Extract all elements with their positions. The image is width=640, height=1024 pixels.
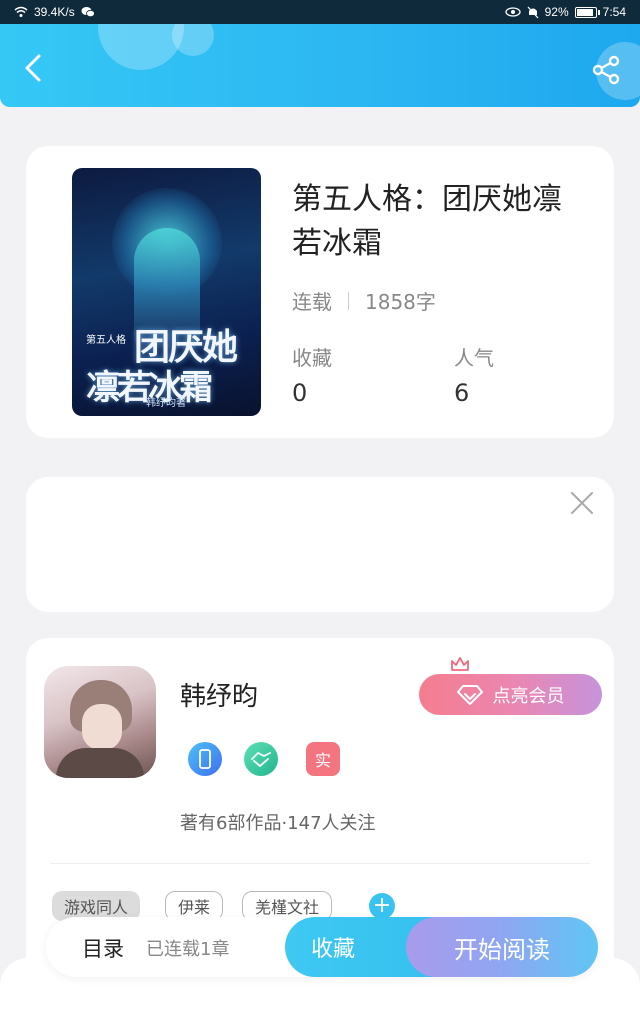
wifi-icon <box>14 6 28 17</box>
close-icon <box>571 492 593 514</box>
ad-banner <box>26 477 614 612</box>
book-meta: 连载 1858字 <box>292 286 436 315</box>
header-bar <box>0 24 640 107</box>
mute-bell-icon <box>527 6 539 18</box>
popularity-label: 人气 <box>454 346 494 370</box>
favorite-button-label: 收藏 <box>311 937 356 962</box>
close-ad-button[interactable] <box>568 489 596 517</box>
eye-icon <box>504 7 521 17</box>
avatar-face <box>82 704 122 750</box>
crown-icon <box>451 657 469 671</box>
wechat-icon <box>81 7 95 18</box>
vip-button[interactable]: 点亮会员 <box>419 674 602 715</box>
battery-level <box>576 8 593 16</box>
share-icon <box>592 55 620 85</box>
meta-divider <box>348 291 349 310</box>
favorites-label: 收藏 <box>292 346 332 370</box>
battery-icon <box>574 6 600 18</box>
chapter-count[interactable]: 已连载1章 <box>146 935 229 961</box>
handshake-icon[interactable] <box>244 742 278 776</box>
status-bar: 39.4K/s 92% 7:54 <box>0 0 640 26</box>
start-reading-label: 开始阅读 <box>454 935 550 964</box>
network-speed: 39.4K/s <box>34 5 75 19</box>
phone-verified-icon[interactable] <box>188 742 222 776</box>
handshake-glyph-icon <box>251 752 271 767</box>
book-status: 连载 <box>292 290 332 314</box>
book-info-card: 第五人格 团厌她 凛若冰霜 韩纾昀著 第五人格：团厌她凛若冰霜 连载 1858字… <box>26 146 614 438</box>
chevron-left-icon <box>25 54 41 82</box>
avatar-body <box>56 748 144 778</box>
book-cover[interactable]: 第五人格 团厌她 凛若冰霜 韩纾昀著 <box>72 168 261 416</box>
popularity-value: 6 <box>454 379 470 407</box>
add-tag-button[interactable]: + <box>369 893 395 919</box>
vip-button-label: 点亮会员 <box>492 685 565 707</box>
bottom-action-bar: 目录 已连载1章 收藏 开始阅读 <box>46 917 598 977</box>
back-button[interactable] <box>18 52 50 84</box>
real-name-badge[interactable]: 实 <box>306 742 340 776</box>
book-title: 第五人格：团厌她凛若冰霜 <box>292 182 562 261</box>
author-name[interactable]: 韩纾昀 <box>180 676 258 713</box>
decor-bubble <box>172 24 214 56</box>
favorites-value: 0 <box>292 379 308 407</box>
decor-bubble <box>98 24 184 70</box>
start-reading-button[interactable]: 开始阅读 <box>406 917 598 977</box>
word-count: 1858字 <box>365 290 436 314</box>
cover-author: 韩纾昀著 <box>146 398 186 409</box>
clock: 7:54 <box>602 5 626 19</box>
toc-button[interactable]: 目录 <box>82 933 124 963</box>
author-avatar[interactable] <box>44 666 156 778</box>
divider <box>50 863 590 864</box>
battery-percent: 92% <box>544 5 569 19</box>
share-button[interactable] <box>590 54 622 86</box>
author-stats: 著有6部作品·147人关注 <box>180 813 376 834</box>
phone-icon <box>199 749 211 769</box>
cover-series-label: 第五人格 <box>86 335 126 346</box>
diamond-icon <box>456 684 483 705</box>
